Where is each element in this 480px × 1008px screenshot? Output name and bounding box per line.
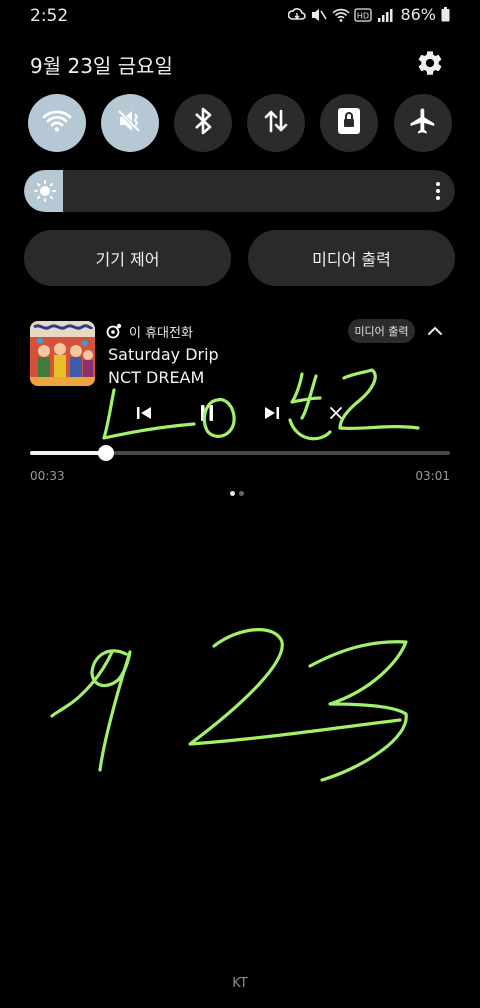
handwriting-stroke: [308, 640, 408, 782]
handwriting-stroke: [90, 649, 132, 772]
date-label: 9월 23일 금요일: [30, 54, 173, 78]
tile-airplane[interactable]: [394, 94, 452, 152]
lock-icon: [337, 107, 361, 139]
handwriting-stroke: [188, 628, 402, 746]
brightness-slider[interactable]: [24, 170, 455, 212]
gear-icon[interactable]: [416, 49, 444, 77]
close-icon: [328, 405, 344, 425]
cloud-sync-icon: [288, 6, 307, 24]
chevron-up-icon[interactable]: [426, 323, 444, 339]
song-title: Saturday Drip: [108, 345, 219, 364]
carrier-label: KT: [232, 976, 248, 991]
next-button[interactable]: [260, 403, 284, 427]
tile-sound[interactable]: [101, 94, 159, 152]
seek-bar-thumb[interactable]: [97, 445, 114, 461]
tile-wifi[interactable]: [28, 94, 86, 152]
battery-icon: [440, 6, 450, 24]
page-dot: [230, 491, 235, 496]
hd-voice-icon: HD: [354, 6, 373, 24]
wifi-icon: [42, 108, 72, 138]
close-media-button[interactable]: [324, 403, 348, 427]
quick-settings-tiles: [28, 94, 452, 152]
skip-next-icon: [263, 404, 281, 426]
music-source-icon: [106, 323, 122, 339]
seek-bar-fill: [30, 451, 106, 455]
tile-bluetooth[interactable]: [174, 94, 232, 152]
bluetooth-icon: [192, 106, 214, 140]
more-options-icon[interactable]: [435, 181, 441, 201]
media-output-chip[interactable]: 미디어 출력: [348, 319, 415, 343]
status-time: 2:52: [30, 6, 69, 26]
media-output-button[interactable]: 미디어 출력: [248, 230, 455, 286]
sun-icon: [33, 179, 57, 203]
elapsed-time: 00:33: [30, 469, 65, 483]
status-bar: 2:52 HD 86%: [0, 0, 480, 32]
mute-icon: [116, 108, 144, 138]
seek-bar[interactable]: [30, 445, 450, 461]
album-art[interactable]: [30, 321, 95, 386]
tile-screen-lock[interactable]: [320, 94, 378, 152]
media-source-label: 이 휴대전화: [129, 326, 193, 341]
total-time: 03:01: [415, 469, 450, 483]
pause-icon: [197, 403, 217, 427]
skip-previous-icon: [135, 404, 153, 426]
signal-icon: [376, 6, 394, 24]
page-dot: [239, 491, 244, 496]
status-icons: HD 86%: [288, 5, 450, 24]
svg-text:HD: HD: [357, 11, 369, 20]
previous-button[interactable]: [132, 403, 156, 427]
page-indicator: [230, 491, 244, 496]
mute-icon: [310, 6, 328, 24]
media-player: 이 휴대전화 미디어 출력 Saturday Drip NCT DREAM 00…: [0, 310, 480, 500]
pause-button[interactable]: [195, 403, 219, 427]
handwriting-stroke: [50, 650, 114, 718]
data-transfer-icon: [262, 107, 290, 139]
wifi-icon: [332, 6, 351, 24]
battery-percent: 86%: [400, 5, 436, 24]
tile-mobile-data[interactable]: [247, 94, 305, 152]
song-artist: NCT DREAM: [108, 368, 205, 387]
device-control-button[interactable]: 기기 제어: [24, 230, 231, 286]
airplane-icon: [408, 106, 438, 140]
